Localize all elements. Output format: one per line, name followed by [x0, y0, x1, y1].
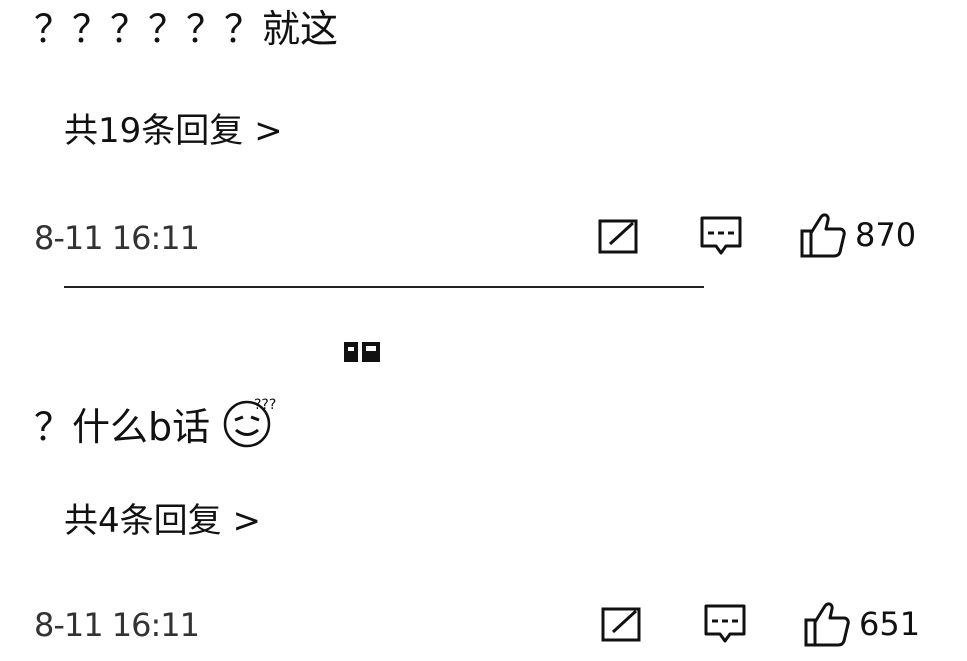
reply-button[interactable]: [703, 603, 747, 645]
share-icon: [598, 219, 638, 254]
comment-text: ？什么b话 ???: [34, 395, 278, 459]
share-button[interactable]: [601, 605, 643, 643]
user-badge-icon: [342, 339, 384, 369]
comment-icon: [704, 604, 746, 643]
thumbs-up-icon: [804, 602, 850, 647]
share-button[interactable]: [598, 217, 640, 255]
like-button[interactable]: 870: [799, 211, 916, 259]
reply-button[interactable]: [699, 215, 743, 257]
svg-text:???: ???: [254, 397, 276, 413]
comment-timestamp: 8-11 16:11: [34, 219, 200, 257]
like-button[interactable]: 651: [803, 600, 920, 648]
thumbs-up-icon: [800, 213, 846, 258]
comment-timestamp: 8-11 16:11: [34, 606, 200, 644]
view-replies-link[interactable]: 共4条回复 >: [64, 500, 261, 542]
comment-icon: [700, 216, 742, 255]
share-icon: [601, 607, 641, 642]
comment-text-content: ？什么b话: [34, 405, 211, 449]
comment-divider: [64, 286, 704, 288]
view-replies-link[interactable]: 共19条回复 >: [64, 110, 283, 152]
like-count: 870: [855, 216, 917, 254]
like-count: 651: [859, 605, 921, 643]
sweat-confused-emoji: ???: [220, 395, 278, 459]
comment-text: ？？？？？？就这: [34, 7, 339, 51]
